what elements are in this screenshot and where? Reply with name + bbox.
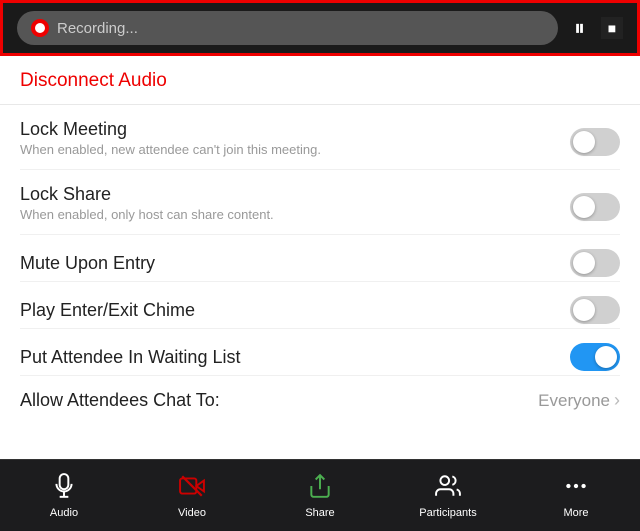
lock-meeting-name: Lock Meeting — [20, 119, 570, 140]
more-icon — [563, 473, 589, 503]
audio-nav-label: Audio — [50, 507, 78, 519]
chat-to-current: Everyone — [538, 391, 610, 411]
waiting-list-item: Put Attendee In Waiting List — [20, 329, 620, 376]
lock-meeting-item: Lock Meeting When enabled, new attendee … — [20, 105, 620, 170]
video-icon — [179, 473, 205, 503]
play-chime-toggle[interactable] — [570, 296, 620, 324]
lock-share-left: Lock Share When enabled, only host can s… — [20, 184, 570, 230]
recording-pill: Recording... — [17, 11, 558, 45]
audio-icon — [51, 473, 77, 503]
settings-list: Lock Meeting When enabled, new attendee … — [0, 105, 640, 425]
chat-to-value[interactable]: Everyone › — [538, 390, 620, 411]
share-nav-label: Share — [305, 507, 334, 519]
waiting-list-left: Put Attendee In Waiting List — [20, 347, 570, 368]
play-chime-item: Play Enter/Exit Chime — [20, 282, 620, 329]
play-chime-left: Play Enter/Exit Chime — [20, 300, 570, 321]
lock-meeting-desc: When enabled, new attendee can't join th… — [20, 142, 570, 165]
chat-to-label: Allow Attendees Chat To: — [20, 390, 220, 411]
bottom-nav: Audio Video Share — [0, 459, 640, 531]
disconnect-audio-section[interactable]: Disconnect Audio — [0, 56, 640, 105]
lock-share-name: Lock Share — [20, 184, 570, 205]
waiting-list-name: Put Attendee In Waiting List — [20, 347, 570, 368]
mute-upon-entry-item: Mute Upon Entry — [20, 235, 620, 282]
stop-button[interactable]: ■ — [601, 17, 623, 39]
video-nav-label: Video — [178, 507, 206, 519]
lock-meeting-toggle[interactable] — [570, 128, 620, 156]
participants-nav-label: Participants — [419, 507, 476, 519]
mute-upon-entry-toggle[interactable] — [570, 249, 620, 277]
nav-more[interactable]: More — [536, 473, 616, 519]
waiting-list-toggle[interactable] — [570, 343, 620, 371]
main-panel: Disconnect Audio Lock Meeting When enabl… — [0, 56, 640, 459]
chat-to-row[interactable]: Allow Attendees Chat To: Everyone › — [20, 376, 620, 425]
participants-icon — [435, 473, 461, 503]
nav-audio[interactable]: Audio — [24, 473, 104, 519]
more-nav-label: More — [563, 507, 588, 519]
lock-share-desc: When enabled, only host can share conten… — [20, 207, 570, 230]
recording-label: Recording... — [57, 20, 138, 37]
mute-upon-entry-name: Mute Upon Entry — [20, 253, 570, 274]
lock-meeting-left: Lock Meeting When enabled, new attendee … — [20, 119, 570, 165]
recording-dot-icon — [31, 19, 49, 37]
recording-bar: Recording... ⏸ ■ — [0, 0, 640, 56]
disconnect-audio-label[interactable]: Disconnect Audio — [20, 70, 167, 91]
nav-participants[interactable]: Participants — [408, 473, 488, 519]
nav-video[interactable]: Video — [152, 473, 232, 519]
chevron-right-icon: › — [614, 390, 620, 411]
lock-share-item: Lock Share When enabled, only host can s… — [20, 170, 620, 235]
nav-share[interactable]: Share — [280, 473, 360, 519]
play-chime-name: Play Enter/Exit Chime — [20, 300, 570, 321]
mute-upon-entry-left: Mute Upon Entry — [20, 253, 570, 274]
share-icon — [307, 473, 333, 503]
lock-share-toggle[interactable] — [570, 193, 620, 221]
pause-button[interactable]: ⏸ — [568, 11, 591, 45]
